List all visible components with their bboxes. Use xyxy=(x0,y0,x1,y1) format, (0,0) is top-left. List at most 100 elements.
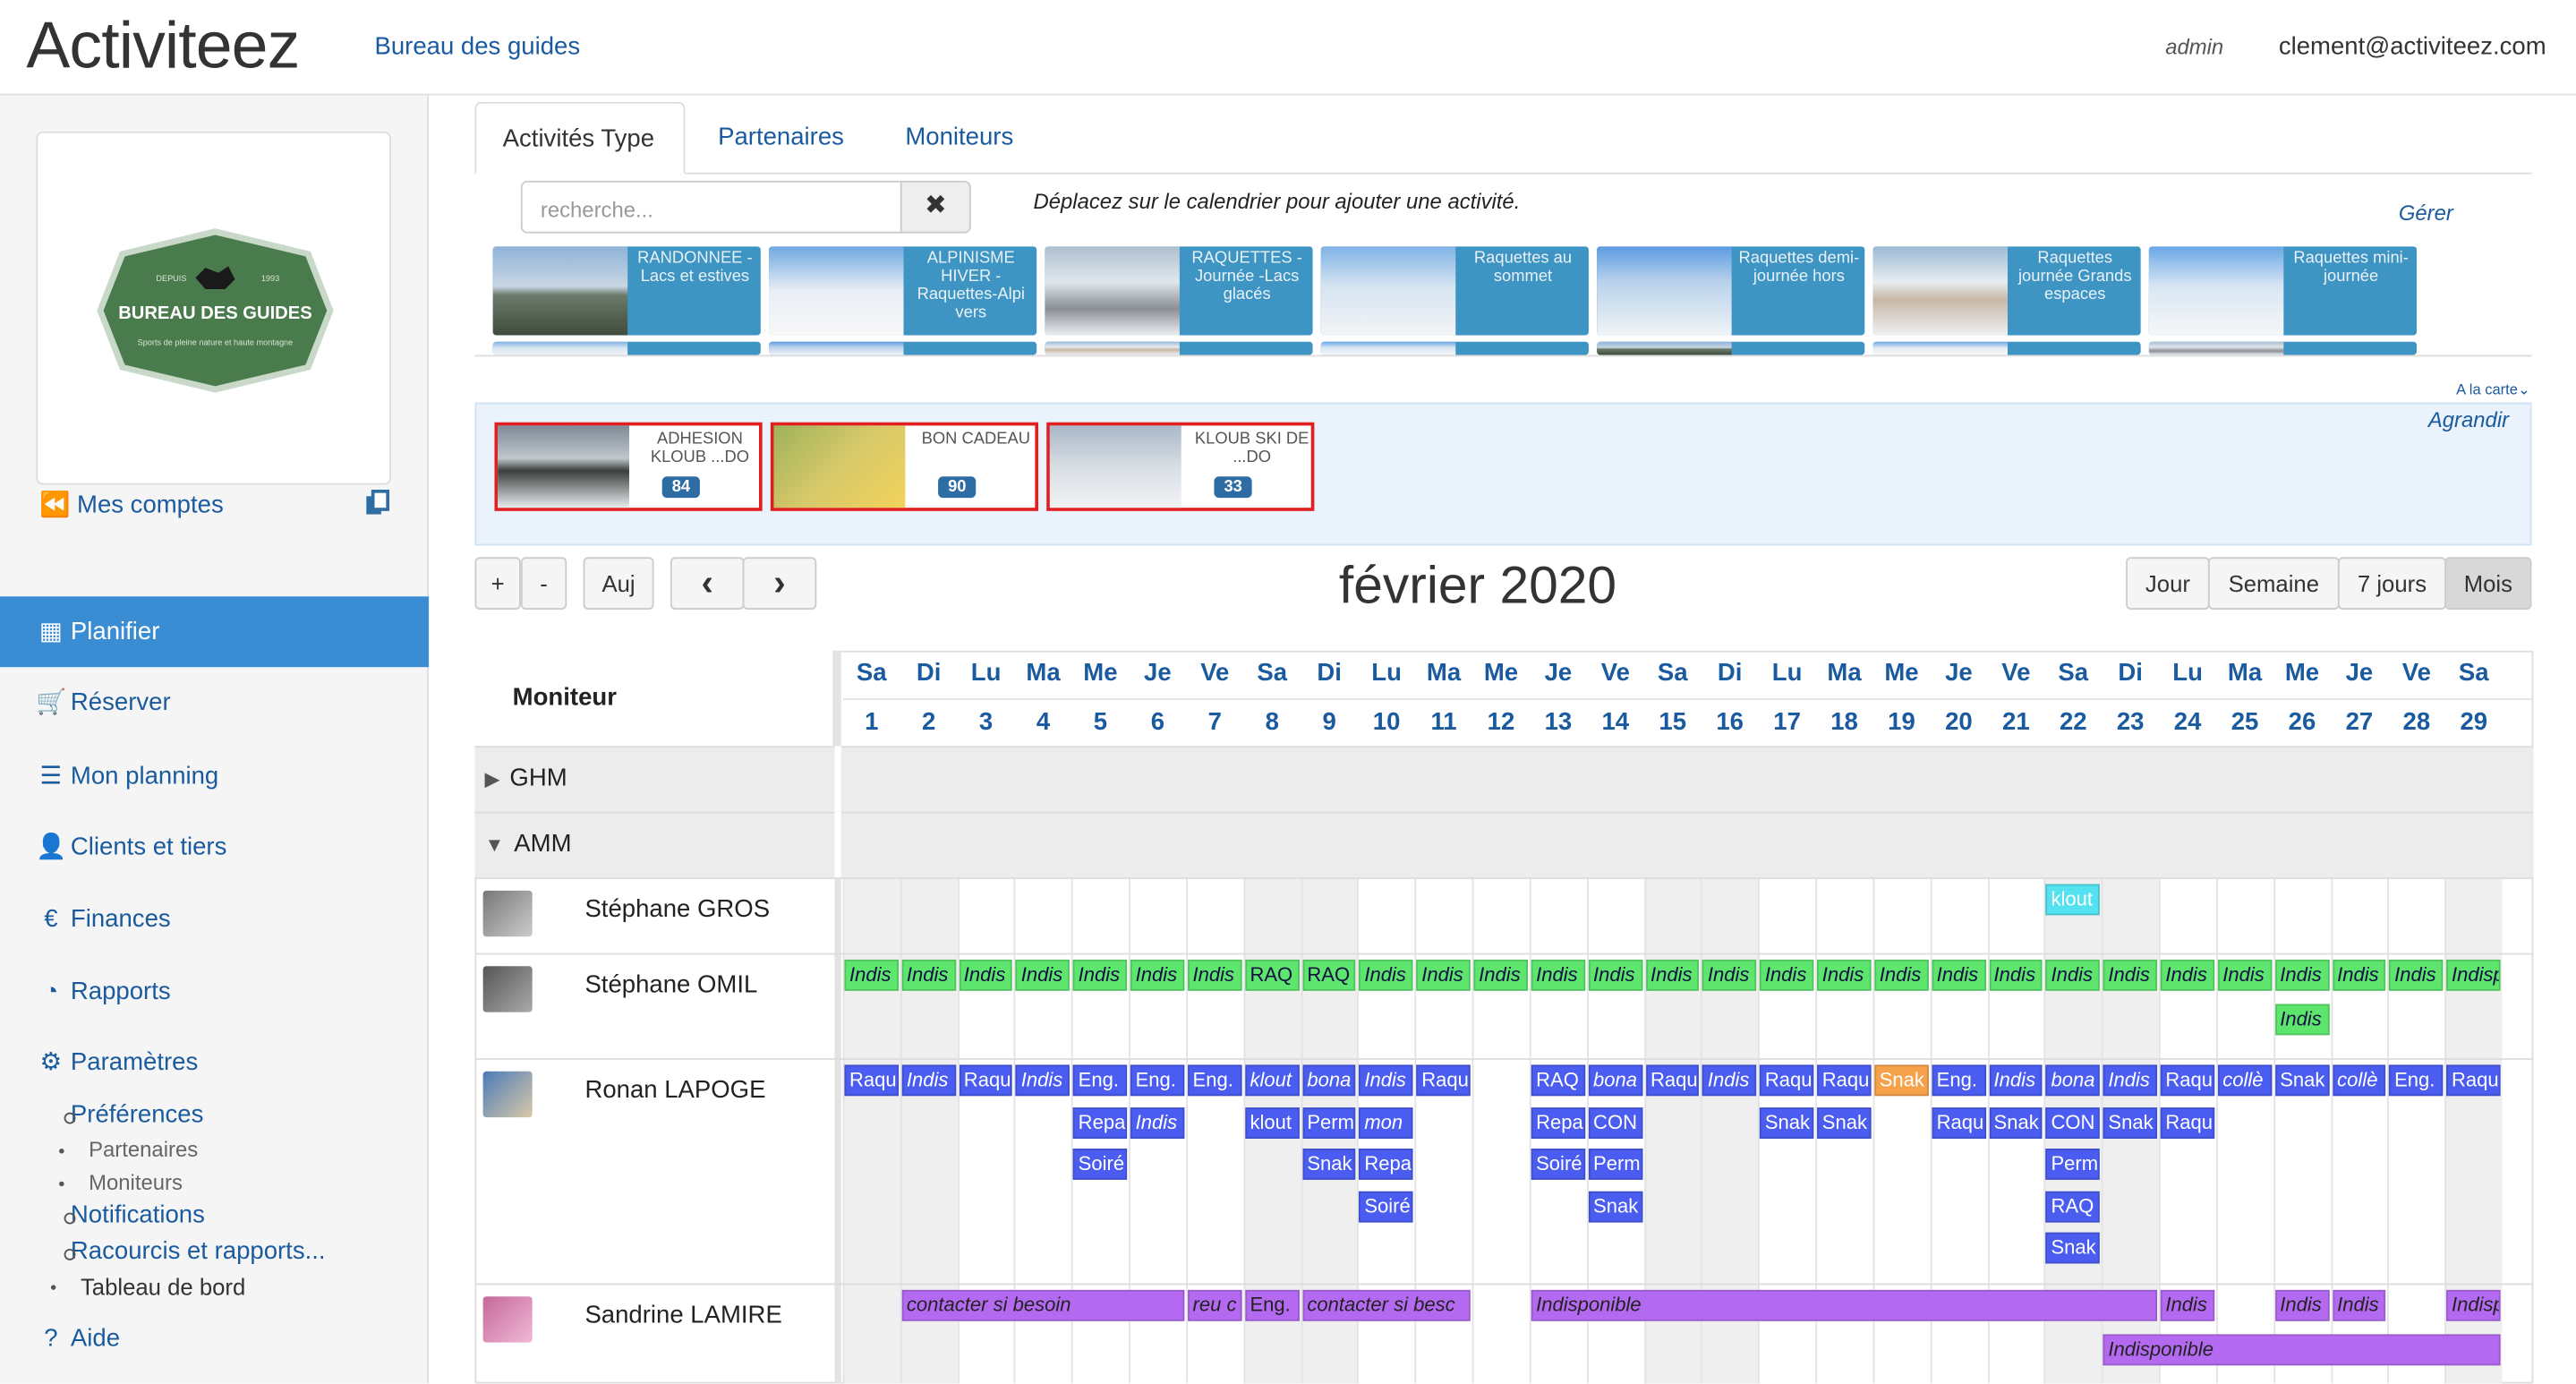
a-la-carte-toggle[interactable]: A la carte⌄ xyxy=(2456,381,2530,399)
activity-card[interactable]: Raquettes journée Grands espaces xyxy=(1872,246,2141,336)
moniteurs-link[interactable]: Moniteurs xyxy=(59,1170,183,1194)
calendar-event[interactable]: Indis xyxy=(2217,959,2273,991)
tableau-de-bord-link[interactable]: Tableau de bord xyxy=(50,1274,245,1300)
calendar-event[interactable]: Indis xyxy=(844,959,899,991)
day-number[interactable]: 9 xyxy=(1301,708,1358,736)
calendar-event[interactable]: RAQ xyxy=(1301,959,1357,991)
calendar-event[interactable]: Raqu xyxy=(2160,1064,2215,1097)
day-number[interactable]: 14 xyxy=(1587,708,1644,736)
day-number[interactable]: 20 xyxy=(1930,708,1987,736)
calendar-event[interactable]: Eng. xyxy=(1932,1064,1986,1097)
activity-card-partial[interactable] xyxy=(769,341,1037,355)
calendar-event[interactable]: Snak xyxy=(1989,1106,2043,1139)
calendar-event[interactable]: Raqu xyxy=(844,1064,899,1097)
activity-card[interactable]: RAQUETTES - Journée -Lacs glacés xyxy=(1045,246,1313,336)
day-number[interactable]: 25 xyxy=(2216,708,2273,736)
activity-card-partial[interactable] xyxy=(1320,341,1589,355)
moniteur-name[interactable]: Ronan LAPOGE xyxy=(584,1076,765,1104)
calendar-event[interactable]: Raqu xyxy=(1416,1064,1471,1097)
sidebar-item-parametres[interactable]: ⚙ Paramètres xyxy=(0,1027,429,1098)
day-number[interactable]: 5 xyxy=(1071,708,1129,736)
sidebar-item-mon-planning[interactable]: ☰ Mon planning xyxy=(0,741,429,812)
calendar-event[interactable]: Eng. xyxy=(1130,1064,1185,1097)
group-toggle[interactable]: ▼ AMM xyxy=(484,830,571,858)
day-number[interactable]: 3 xyxy=(957,708,1014,736)
activity-card-partial[interactable] xyxy=(1597,341,1865,355)
today-button[interactable]: Auj xyxy=(583,557,654,610)
app-logo[interactable]: Activiteez xyxy=(26,10,300,84)
calendar-event[interactable]: Soiré xyxy=(1073,1149,1128,1180)
carte-card[interactable]: ADHESION KLOUB ...DO 84 xyxy=(494,422,763,511)
day-number[interactable]: 21 xyxy=(1987,708,2044,736)
user-email[interactable]: clement@activiteez.com xyxy=(2279,33,2546,61)
moniteur-name[interactable]: Stéphane GROS xyxy=(584,895,770,923)
activity-card[interactable]: RANDONNEE - Lacs et estives xyxy=(492,246,761,336)
next-button[interactable]: › xyxy=(742,557,817,610)
calendar-event[interactable]: Indis xyxy=(2103,959,2158,991)
calendar-event[interactable]: Indis xyxy=(2274,959,2329,991)
calendar-event[interactable]: Indis xyxy=(2160,959,2215,991)
calendar-event[interactable]: Repa xyxy=(1531,1106,1585,1139)
calendar-event[interactable]: Indis xyxy=(1188,959,1242,991)
calendar-event[interactable]: reu c xyxy=(1188,1289,1242,1321)
calendar-event[interactable]: Indis xyxy=(1473,959,1528,991)
calendar-event[interactable]: Snak xyxy=(2274,1064,2329,1097)
day-number[interactable]: 27 xyxy=(2331,708,2388,736)
zoom-in-button[interactable]: + xyxy=(474,557,521,610)
calendar-event[interactable]: klout xyxy=(1244,1106,1300,1139)
calendar-event[interactable]: RAQ xyxy=(2045,1190,2101,1222)
preferences-link[interactable]: Préférences xyxy=(64,1101,203,1129)
day-number[interactable]: 29 xyxy=(2445,708,2503,736)
calendar-event[interactable]: Snak xyxy=(2045,1232,2101,1264)
calendar-event[interactable]: Indis xyxy=(1932,959,1986,991)
calendar-event[interactable]: Indis xyxy=(1702,959,1757,991)
tab-moniteurs[interactable]: Moniteurs xyxy=(879,102,1040,175)
calendar-event[interactable]: RAQ xyxy=(1244,959,1300,991)
calendar-event[interactable]: Snak xyxy=(1760,1106,1814,1139)
group-toggle[interactable]: ▶ GHM xyxy=(484,765,567,792)
gerer-link[interactable]: Gérer xyxy=(2399,201,2453,226)
calendar-event[interactable]: Indis xyxy=(2389,959,2444,991)
day-number[interactable]: 17 xyxy=(1758,708,1815,736)
day-number[interactable]: 1 xyxy=(843,708,900,736)
activity-card-partial[interactable] xyxy=(492,341,761,355)
calendar-event[interactable]: Indisponible xyxy=(2103,1334,2501,1366)
calendar-event[interactable]: Eng. xyxy=(2389,1064,2444,1097)
calendar-event[interactable]: Indis xyxy=(901,1064,956,1097)
activity-card[interactable]: Raquettes mini-journée xyxy=(2148,246,2418,336)
calendar-event[interactable]: Raqu xyxy=(1760,1064,1814,1097)
calendar-event[interactable]: Soiré xyxy=(1531,1149,1585,1180)
calendar-event[interactable]: Indis xyxy=(2045,959,2101,991)
calendar-event[interactable]: Indis xyxy=(2274,1289,2329,1321)
calendar-event[interactable]: bona xyxy=(1301,1064,1357,1097)
calendar-event[interactable]: Indis xyxy=(901,959,956,991)
calendar-event[interactable]: Perm xyxy=(1301,1106,1357,1139)
calendar-event[interactable]: Indis xyxy=(1989,1064,2043,1097)
calendar-event[interactable]: Indis xyxy=(2160,1289,2215,1321)
day-number[interactable]: 18 xyxy=(1815,708,1872,736)
calendar-event[interactable]: Indis xyxy=(1645,959,1700,991)
moniteur-name[interactable]: Sandrine LAMIRE xyxy=(584,1302,781,1329)
zoom-out-button[interactable]: - xyxy=(520,557,567,610)
calendar-event[interactable]: Raqu xyxy=(2160,1106,2215,1139)
search-input[interactable]: recherche... xyxy=(520,180,902,234)
calendar-event[interactable]: Indis xyxy=(1588,959,1642,991)
day-number[interactable]: 8 xyxy=(1243,708,1301,736)
activity-card[interactable]: Raquettes au sommet xyxy=(1320,246,1589,336)
mes-comptes-link[interactable]: ⏪ Mes comptes xyxy=(39,490,224,519)
day-number[interactable]: 23 xyxy=(2102,708,2159,736)
calendar-event[interactable]: Snak xyxy=(1874,1064,1929,1097)
copy-icon[interactable] xyxy=(364,489,390,516)
calendar-event[interactable]: collè xyxy=(2332,1064,2386,1097)
activity-card[interactable]: ALPINISME HIVER - Raquettes-Alpi vers xyxy=(769,246,1037,336)
calendar-event[interactable]: Indis xyxy=(1016,959,1070,991)
day-number[interactable]: 7 xyxy=(1186,708,1243,736)
calendar-event[interactable]: Indis xyxy=(1130,1106,1185,1139)
calendar-event[interactable]: Indis xyxy=(1817,959,1872,991)
activity-card[interactable]: Raquettes demi-journée hors xyxy=(1597,246,1865,336)
tab-partenaires[interactable]: Partenaires xyxy=(692,102,871,175)
calendar-event[interactable]: Indis xyxy=(1016,1064,1070,1097)
calendar-event[interactable]: bona xyxy=(1588,1064,1642,1097)
calendar-event[interactable]: Indis xyxy=(1359,1064,1414,1097)
calendar-event[interactable]: mon xyxy=(1359,1106,1414,1139)
